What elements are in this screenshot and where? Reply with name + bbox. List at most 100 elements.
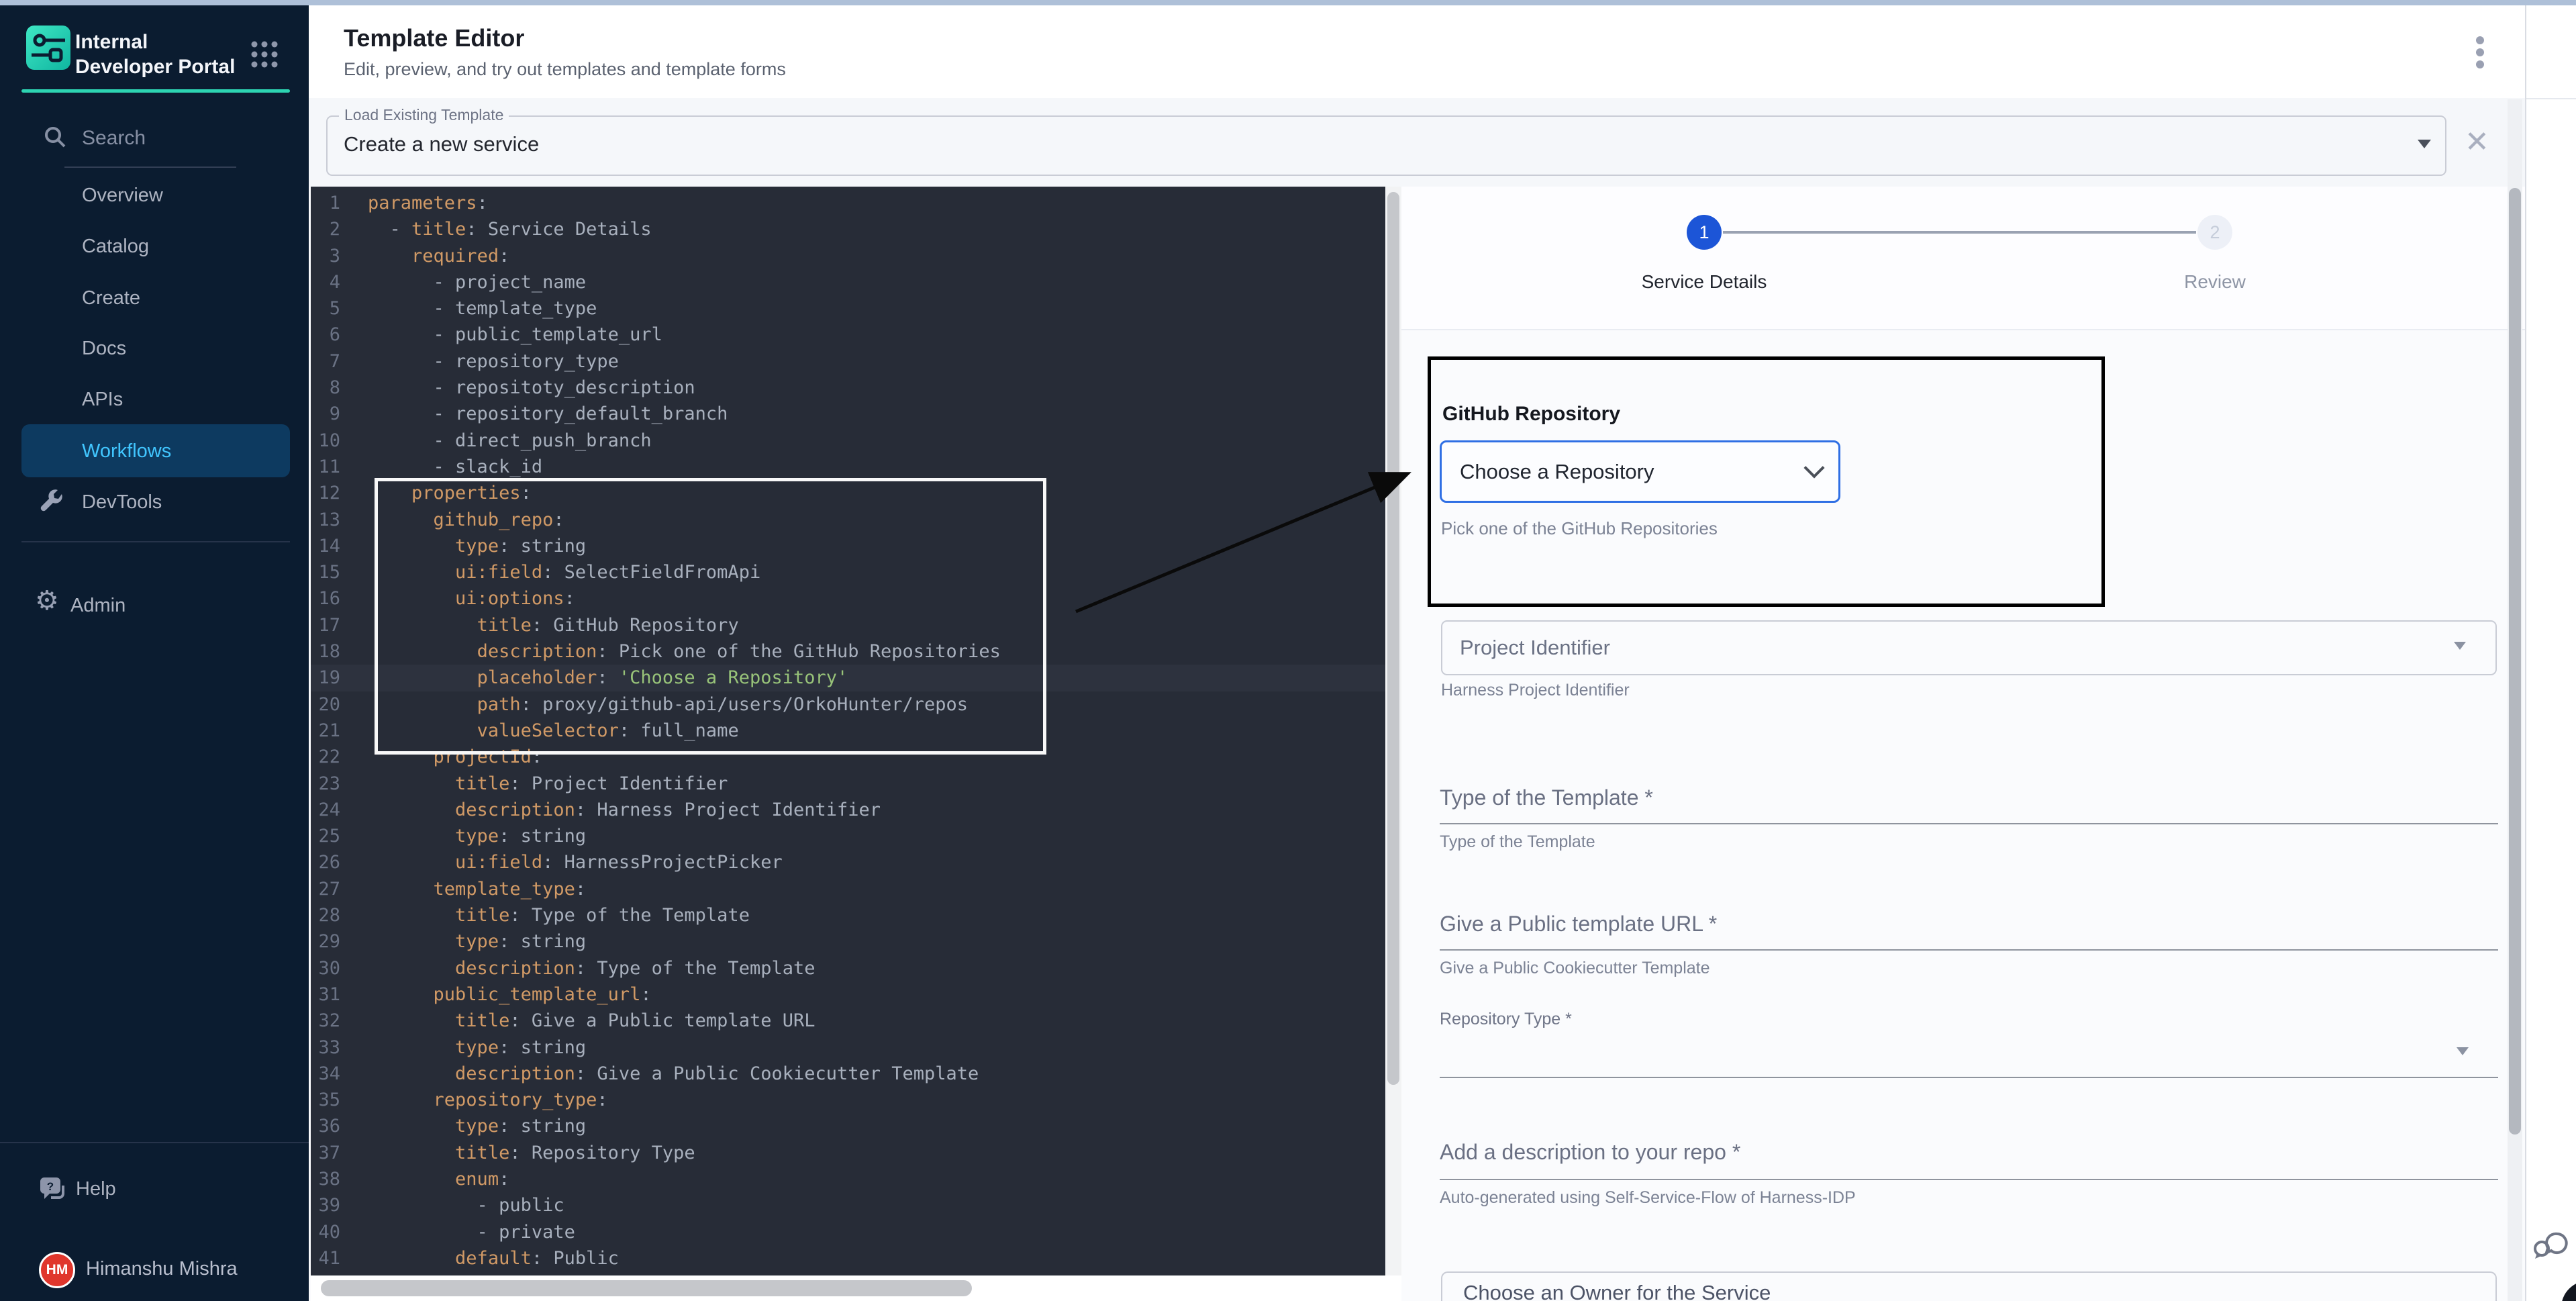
editor-vertical-scrollbar[interactable] (1385, 187, 1401, 1275)
project-identifier-caret-icon (2454, 642, 2466, 650)
wrench-icon (39, 487, 66, 514)
sidebar-item-workflows[interactable]: Workflows (21, 424, 290, 477)
search-icon (43, 125, 67, 149)
editor-line[interactable]: 25 type: string (311, 823, 1401, 849)
editor-line[interactable]: 32 title: Give a Public template URL (311, 1008, 1401, 1034)
template-type-field[interactable]: Type of the Template * (1440, 785, 1653, 810)
sidebar-accent-rule (21, 89, 290, 93)
window-top-strip (0, 0, 2576, 5)
editor-line[interactable]: 1parameters: (311, 190, 1401, 216)
load-template-caret-icon (2418, 140, 2431, 148)
repo-description-helper: Auto-generated using Self-Service-Flow o… (1440, 1188, 1856, 1208)
editor-line[interactable]: 3 required: (311, 243, 1401, 269)
sidebar-item-admin[interactable]: Admin (70, 590, 126, 621)
editor-line[interactable]: 8 - repositoty_description (311, 375, 1401, 401)
sidebar-item-create[interactable]: Create (82, 283, 140, 314)
sidebar-item-docs[interactable]: Docs (82, 333, 126, 364)
load-template-select[interactable] (326, 115, 2446, 176)
stepper-step-1-label: Service Details (1603, 271, 1805, 293)
editor-line[interactable]: 5 - template_type (311, 295, 1401, 322)
sidebar-item-apis[interactable]: APIs (82, 384, 123, 415)
github-repository-select-value: Choose a Repository (1460, 440, 1654, 503)
sidebar-item-workflows-label: Workflows (82, 436, 171, 467)
stepper-step-1[interactable]: 1 (1687, 215, 1722, 250)
github-repository-helper: Pick one of the GitHub Repositories (1441, 518, 1718, 539)
svg-text:?: ? (47, 1180, 54, 1193)
sidebar-item-help[interactable]: Help (76, 1173, 116, 1204)
editor-line[interactable]: 28 title: Type of the Template (311, 902, 1401, 928)
idp-logo-icon[interactable] (26, 26, 70, 70)
editor-line[interactable]: 4 - project_name (311, 269, 1401, 295)
repository-type-select[interactable] (1440, 1077, 2498, 1078)
page-subtitle: Edit, preview, and try out templates and… (344, 59, 786, 80)
editor-line[interactable]: 10 - direct_push_branch (311, 428, 1401, 454)
template-editor-page: Internal Developer Portal Search Overvie… (0, 0, 2576, 1301)
editor-line[interactable]: 33 type: string (311, 1034, 1401, 1061)
template-type-underline (1440, 823, 2498, 824)
app-grid-icon[interactable] (250, 40, 279, 68)
sidebar-item-devtools[interactable]: DevTools (82, 487, 162, 518)
sidebar: Internal Developer Portal Search Overvie… (0, 5, 309, 1301)
editor-line[interactable]: 30 description: Type of the Template (311, 955, 1401, 981)
project-identifier-helper: Harness Project Identifier (1441, 681, 1630, 700)
kebab-menu-icon[interactable] (2472, 32, 2488, 86)
public-url-field[interactable]: Give a Public template URL * (1440, 912, 1717, 936)
user-name[interactable]: Himanshu Mishra (86, 1253, 238, 1285)
editor-horizontal-scrollbar-thumb[interactable] (321, 1280, 972, 1296)
repo-description-underline (1440, 1179, 2498, 1180)
help-chat-icon: ? (38, 1175, 68, 1206)
code-highlight-annotation-rect (375, 478, 1046, 755)
stepper-step-2-number: 2 (2210, 222, 2220, 243)
gear-icon: ⚙ (35, 585, 59, 616)
stepper-step-2-label: Review (2148, 271, 2282, 293)
editor-line[interactable]: 23 title: Project Identifier (311, 771, 1401, 797)
editor-line[interactable]: 11 - slack_id (311, 454, 1401, 480)
stepper-connector (1723, 231, 2196, 234)
repository-type-caret-icon (2457, 1047, 2469, 1055)
stepper-step-1-number: 1 (1699, 222, 1709, 243)
editor-line[interactable]: 6 - public_template_url (311, 322, 1401, 348)
repo-description-field[interactable]: Add a description to your repo * (1440, 1140, 1740, 1165)
editor-horizontal-scrollbar[interactable] (311, 1275, 1401, 1301)
sidebar-title: Internal Developer Portal (75, 30, 250, 79)
editor-line[interactable]: 37 title: Repository Type (311, 1140, 1401, 1166)
page-vertical-scrollbar[interactable] (2508, 99, 2522, 1301)
stepper-zone (1401, 187, 2525, 330)
avatar[interactable]: HM (39, 1252, 75, 1288)
github-repository-label: GitHub Repository (1442, 403, 1620, 426)
search-input[interactable]: Search (82, 127, 146, 150)
editor-line[interactable]: 27 template_type: (311, 876, 1401, 902)
stepper-step-2[interactable]: 2 (2197, 215, 2232, 250)
owner-select-placeholder: Choose an Owner for the Service (1463, 1281, 1771, 1301)
editor-line[interactable]: 29 type: string (311, 928, 1401, 955)
content-right-border (2525, 5, 2526, 1301)
editor-line[interactable]: 38 enum: (311, 1166, 1401, 1192)
editor-line[interactable]: 2 - title: Service Details (311, 216, 1401, 242)
editor-line[interactable]: 9 - repository_default_branch (311, 401, 1401, 427)
editor-line[interactable]: 40 - private (311, 1219, 1401, 1245)
sidebar-item-catalog[interactable]: Catalog (82, 231, 149, 262)
sidebar-bottom-divider (0, 1142, 309, 1143)
editor-vertical-scrollbar-thumb[interactable] (1387, 192, 1399, 1085)
editor-line[interactable]: 34 description: Give a Public Cookiecutt… (311, 1061, 1401, 1087)
editor-line[interactable]: 24 description: Harness Project Identifi… (311, 797, 1401, 823)
page-vertical-scrollbar-thumb[interactable] (2509, 188, 2521, 1135)
load-template-value: Create a new service (344, 115, 539, 173)
project-identifier-placeholder: Project Identifier (1460, 620, 1610, 675)
editor-line[interactable]: 31 public_template_url: (311, 981, 1401, 1008)
public-url-underline (1440, 949, 2498, 951)
editor-line[interactable]: 41 default: Public (311, 1245, 1401, 1271)
editor-line[interactable]: 35 repository_type: (311, 1087, 1401, 1113)
clear-template-button[interactable]: ✕ (2465, 125, 2489, 159)
editor-line[interactable]: 36 type: string (311, 1113, 1401, 1139)
avatar-initials: HM (46, 1262, 68, 1278)
editor-line[interactable]: 39 - public (311, 1192, 1401, 1218)
public-url-helper: Give a Public Cookiecutter Template (1440, 959, 1710, 978)
editor-line[interactable]: 26 ui:field: HarnessProjectPicker (311, 849, 1401, 875)
chat-bubbles-icon[interactable] (2530, 1222, 2571, 1262)
page-header (309, 5, 2576, 99)
sidebar-item-overview[interactable]: Overview (82, 180, 163, 211)
editor-line[interactable]: 7 - repository_type (311, 348, 1401, 375)
template-type-helper: Type of the Template (1440, 832, 1595, 852)
corner-widget-button[interactable] (2561, 1281, 2576, 1301)
